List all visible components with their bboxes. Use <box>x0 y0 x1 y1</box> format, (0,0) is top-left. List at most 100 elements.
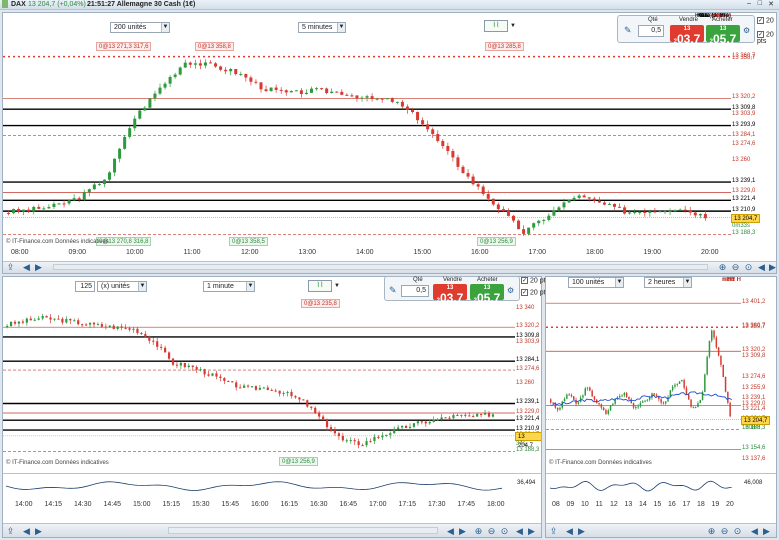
units-select[interactable]: (x) unités ▼ <box>97 281 147 292</box>
oscillator-path <box>549 480 732 492</box>
candle-body <box>223 377 226 381</box>
candle-body <box>199 369 202 371</box>
candle-body <box>722 364 724 377</box>
close-button[interactable]: ✕ <box>768 0 774 8</box>
share-icon[interactable]: ⇪ <box>548 526 559 536</box>
candle-body <box>496 204 500 210</box>
candle-body <box>57 318 60 320</box>
checkbox-icon[interactable]: ✓ <box>521 289 528 296</box>
oscillator-value: 46,008 <box>744 480 763 486</box>
arrow-left-icon[interactable]: ◀ <box>445 526 456 536</box>
buy-button[interactable]: 13 205,7 <box>470 284 504 305</box>
arrow-right-icon[interactable]: ▶ <box>761 526 772 536</box>
candle-body <box>566 394 568 399</box>
arrow-right-icon[interactable]: ▶ <box>33 262 44 272</box>
candle-body <box>404 425 408 428</box>
zoom-out-icon[interactable]: ⊖ <box>486 526 497 536</box>
gear-icon[interactable]: ⚙ <box>507 286 514 295</box>
chart-type-icon[interactable]: ⌇⌇ <box>484 20 508 32</box>
candle-body <box>179 362 182 366</box>
qty-input[interactable]: 0,5 <box>638 25 664 37</box>
candle-body <box>294 396 297 398</box>
units-input[interactable]: 125 <box>75 281 95 292</box>
scrollbar[interactable] <box>53 264 708 270</box>
br-price-chart[interactable] <box>546 291 741 471</box>
zoom-in-icon[interactable]: ⊕ <box>473 526 484 536</box>
share-icon[interactable]: ⇪ <box>5 526 16 536</box>
candle-body <box>420 421 423 423</box>
signal-label: 0@13 271,3 317,6 <box>96 42 152 51</box>
candle-body <box>618 206 622 208</box>
arrow-left-icon[interactable]: ◀ <box>21 262 32 272</box>
qty-label: Qté <box>413 277 423 283</box>
candle-body <box>123 136 127 149</box>
candle-body <box>25 318 28 323</box>
checkbox-icon[interactable]: ✓ <box>757 31 764 38</box>
arrow-left-icon[interactable]: ◀ <box>749 526 760 536</box>
candle-body <box>416 421 419 424</box>
interval-select[interactable]: 2 heures ▼ <box>644 277 692 288</box>
candle-body <box>385 434 388 436</box>
top-price-chart[interactable] <box>3 39 731 249</box>
pen-icon[interactable]: ✎ <box>389 285 397 296</box>
candle-body <box>512 215 515 221</box>
arrow-left-icon[interactable]: ◀ <box>564 526 575 536</box>
arrow-right-icon[interactable]: ▶ <box>457 526 468 536</box>
candle-body <box>244 74 248 78</box>
candle-body <box>42 208 46 210</box>
candle-body <box>688 394 690 400</box>
candle-body <box>584 388 586 396</box>
bl-price-chart[interactable] <box>3 297 515 465</box>
time-tick: 17 <box>682 501 691 508</box>
stop-pts[interactable]: ✓ 20 <box>757 17 774 24</box>
chevron-down-icon[interactable]: ▼ <box>510 23 516 29</box>
share-icon[interactable]: ⇪ <box>5 262 16 272</box>
arrow-left-icon[interactable]: ◀ <box>514 526 525 536</box>
candle-body <box>370 96 374 100</box>
candle-body <box>506 211 510 216</box>
candle-body <box>464 414 467 416</box>
units-select[interactable]: 200 unités ▼ <box>110 22 170 33</box>
chart-type-icon[interactable]: ⌇⌇ <box>308 280 332 292</box>
candle-body <box>337 433 340 437</box>
arrow-right-icon[interactable]: ▶ <box>767 262 776 272</box>
oscillator-panel: 36,494 <box>3 473 541 497</box>
time-tick: 12 <box>610 501 618 508</box>
arrow-left-icon[interactable]: ◀ <box>21 526 32 536</box>
candle-body <box>72 198 76 201</box>
price-label: 13 303,9 <box>732 111 756 118</box>
candle-body <box>345 94 349 96</box>
chevron-down-icon[interactable]: ▼ <box>334 283 340 289</box>
arrow-right-icon[interactable]: ▶ <box>33 526 44 536</box>
zoom-fit-icon[interactable]: ⊙ <box>732 526 743 536</box>
zoom-fit-icon[interactable]: ⊙ <box>499 526 510 536</box>
zoom-out-icon[interactable]: ⊖ <box>719 526 730 536</box>
checkbox-icon[interactable]: ✓ <box>757 17 764 24</box>
pen-icon[interactable]: ✎ <box>624 25 632 36</box>
zoom-fit-icon[interactable]: ⊙ <box>743 262 754 272</box>
arrow-left-icon[interactable]: ◀ <box>756 262 767 272</box>
candle-body <box>278 390 281 394</box>
candle-body <box>619 396 621 398</box>
qty-input[interactable]: 0,5 <box>401 285 429 297</box>
zoom-out-icon[interactable]: ⊖ <box>730 262 741 272</box>
checkbox-icon[interactable]: ✓ <box>521 277 528 284</box>
scrollbar[interactable] <box>168 527 438 534</box>
interval-select[interactable]: 5 minutes ▼ <box>298 22 346 33</box>
arrow-right-icon[interactable]: ▶ <box>576 526 587 536</box>
candle-body <box>444 417 447 419</box>
sell-button[interactable]: 13 203,7 <box>433 284 467 305</box>
maximize-button[interactable]: □ <box>758 0 762 7</box>
gear-icon[interactable]: ⚙ <box>743 26 750 35</box>
candle-body <box>448 417 451 419</box>
zoom-in-icon[interactable]: ⊕ <box>717 262 728 272</box>
units-select[interactable]: 100 unités ▼ <box>568 277 624 288</box>
candle-body <box>621 395 623 397</box>
bottom-left-chart-pane: 125 (x) unités ▼ 1 minute ▼ ⌇⌇ ▼ 0@13 235,… <box>2 276 542 538</box>
interval-select[interactable]: 1 minute ▼ <box>203 281 255 292</box>
zoom-in-icon[interactable]: ⊕ <box>706 526 717 536</box>
minimize-button[interactable]: – <box>747 0 751 7</box>
app-icon <box>2 0 8 8</box>
oscillator-value: 36,494 <box>517 480 536 486</box>
arrow-right-icon[interactable]: ▶ <box>526 526 537 536</box>
